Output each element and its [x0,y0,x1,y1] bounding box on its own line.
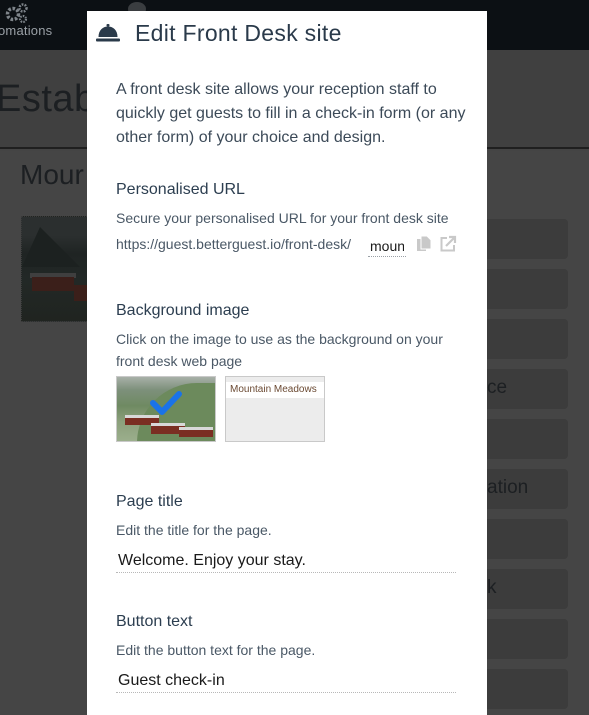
mountain-shape [22,227,80,267]
page-title-help: Edit the title for the page. [116,522,272,538]
cabin-shape [179,427,213,437]
card-label: ce [487,377,508,398]
property-name: Mour [20,159,84,190]
background-image-options: Mountain Meadows [116,376,461,442]
page-title-section: Page title Edit the title for the page. [116,493,461,573]
reception-bell-icon [96,24,120,42]
page-title-label: Page title [116,493,183,510]
copy-icon[interactable] [415,235,433,253]
personalised-url-label: Personalised URL [116,181,245,198]
intro-text: A front desk site allows your reception … [116,81,466,146]
background-image-help: Click on the image to use as the backgro… [116,331,443,369]
background-option-cabins-photo[interactable] [116,376,216,442]
background-image-section: Background image Click on the image to u… [116,302,461,442]
button-text-label: Button text [116,613,193,630]
url-slug-input[interactable] [368,233,406,257]
card-label: ation [487,477,529,498]
background-option-plain[interactable]: Mountain Meadows [225,376,325,442]
thumb-title: Mountain Meadows [226,382,324,398]
nav-label-automations: omations [0,23,53,38]
page-title-input[interactable] [116,545,456,573]
nav-item-automations[interactable]: omations [0,0,70,50]
background-image-label: Background image [116,302,250,319]
property-image[interactable] [21,216,91,322]
edit-front-desk-modal: Edit Front Desk site A front desk site a… [87,11,487,715]
card-label: k [487,577,497,598]
modal-title: Edit Front Desk site [135,20,342,46]
gears-icon [5,3,28,24]
url-row: https://guest.betterguest.io/front-desk/ [116,233,461,259]
button-text-section: Button text Edit the button text for the… [116,613,461,693]
button-text-help: Edit the button text for the page. [116,642,316,658]
external-link-icon[interactable] [439,235,457,253]
url-prefix: https://guest.betterguest.io/front-desk/ [116,236,352,252]
cabin-shape [32,277,74,291]
personalised-url-help: Secure your personalised URL for your fr… [116,210,449,226]
selected-checkmark-icon [150,391,182,415]
button-text-input[interactable] [116,665,456,693]
modal-header: Edit Front Desk site [87,11,487,61]
personalised-url-section: Personalised URL Secure your personalise… [116,181,461,259]
